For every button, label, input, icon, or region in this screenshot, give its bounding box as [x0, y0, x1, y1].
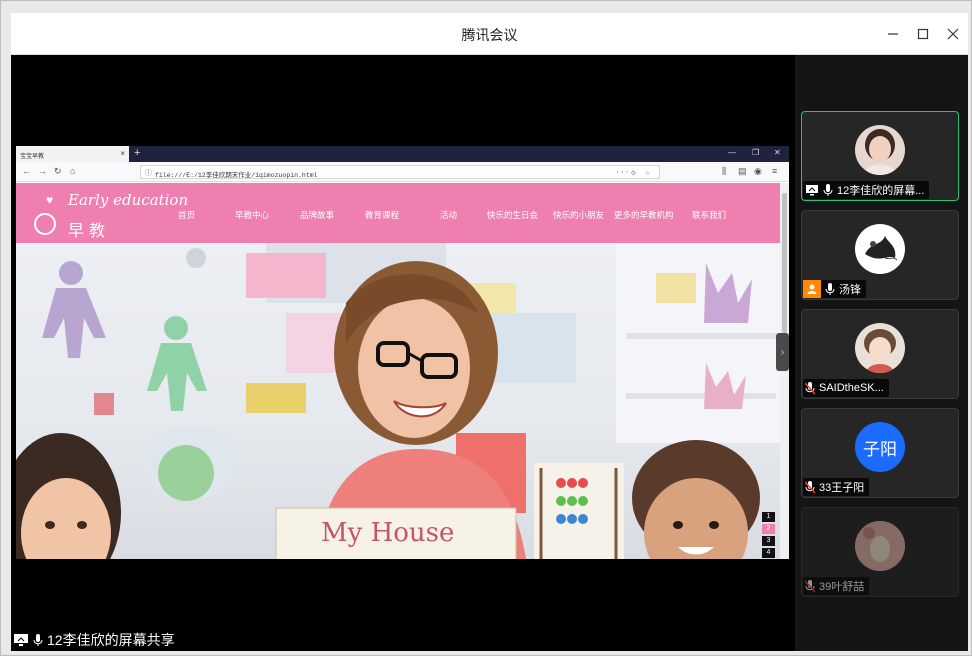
- participant-tile[interactable]: 子阳 33王子阳: [801, 408, 959, 498]
- avatar-initials: 子阳: [855, 422, 905, 472]
- smiley-logo-icon: [34, 213, 56, 235]
- share-source-text: 12李佳欣的屏幕共享: [47, 632, 175, 648]
- minimize-button[interactable]: [881, 23, 905, 45]
- bookmark-star-icon[interactable]: ☆: [645, 168, 650, 178]
- menu-item-more[interactable]: 更多的早教机构: [614, 209, 674, 221]
- avatar-anime: [864, 329, 896, 373]
- chevron-right-icon: ›: [780, 346, 785, 358]
- new-tab-icon[interactable]: +: [134, 147, 140, 159]
- browser-close-icon[interactable]: ✕: [774, 148, 781, 157]
- sidebar-icon[interactable]: ▤: [738, 166, 747, 177]
- avatar-cartoon: [855, 521, 905, 571]
- minimize-icon: [888, 33, 898, 35]
- participant-nameplate: 汤锋: [803, 280, 866, 298]
- browser-tab-bar: 宝宝早教 × + — ❐ ✕: [16, 146, 789, 162]
- toggle-sidebar-button[interactable]: ›: [776, 333, 789, 371]
- page-info-icon: ⓘ: [145, 170, 152, 178]
- participant-nameplate: 33王子阳: [803, 478, 870, 496]
- browser-toolbar: ← → ↻ ⌂ ⓘ file:///E:/12李佳欣期末作业/1qimozuop…: [16, 162, 789, 182]
- heart-icon: ♥: [46, 193, 54, 207]
- avatar: [855, 521, 905, 571]
- participant-nameplate: SAIDtheSK...: [803, 379, 889, 397]
- forward-icon[interactable]: →: [38, 166, 47, 176]
- microphone-muted-icon: [805, 579, 815, 593]
- participant-name: 33王子阳: [819, 482, 865, 494]
- participant-tile[interactable]: 39叶舒喆: [801, 507, 959, 597]
- avatar: [855, 323, 905, 373]
- participant-tile[interactable]: 汤锋: [801, 210, 959, 300]
- menu-item-courses[interactable]: 教育课程: [365, 209, 399, 221]
- microphone-icon: [825, 282, 835, 296]
- menu-item-home[interactable]: 首页: [178, 209, 195, 221]
- menu-item-kids[interactable]: 快乐的小朋友: [553, 209, 604, 221]
- address-bar[interactable]: ⓘ file:///E:/12李佳欣期末作业/1qimozuopin.html …: [140, 165, 660, 179]
- hero-card-text: My House: [321, 518, 454, 548]
- home-icon[interactable]: ⌂: [70, 166, 75, 176]
- menu-item-birthday[interactable]: 快乐的生日会: [487, 209, 538, 221]
- microphone-muted-icon: [805, 381, 815, 395]
- browser-tab-title: 宝宝早教: [20, 154, 45, 160]
- hero-photo: My House: [16, 243, 780, 559]
- menu-item-events[interactable]: 活动: [440, 209, 457, 221]
- title-bar: 腾讯会议: [11, 13, 968, 55]
- reload-icon[interactable]: ↻: [54, 166, 62, 177]
- avatar-photo: [863, 129, 897, 175]
- library-icon[interactable]: ⫼: [722, 166, 726, 177]
- screen-share-icon: [14, 634, 28, 646]
- shared-screen: 宝宝早教 × + — ❐ ✕ ← → ↻ ⌂ ⓘ file:///E:/12李佳…: [16, 146, 789, 559]
- scroll-thumb[interactable]: [782, 193, 787, 333]
- page-actions-icon[interactable]: ···: [615, 168, 629, 177]
- microphone-icon: [823, 183, 833, 197]
- host-icon: [803, 280, 821, 298]
- participant-name: 12李佳欣的屏幕...: [837, 185, 925, 197]
- microphone-muted-icon: [805, 480, 815, 494]
- address-text: file:///E:/12李佳欣期末作业/1qimozuopin.html: [155, 172, 318, 179]
- avatar: [855, 125, 905, 175]
- tab-close-icon[interactable]: ×: [120, 149, 125, 158]
- close-icon: [947, 28, 959, 40]
- hero-banner: My House: [16, 243, 780, 559]
- share-source-label: 12李佳欣的屏幕共享: [13, 631, 175, 649]
- browser-minimize-icon[interactable]: —: [728, 148, 736, 157]
- slider-page-4[interactable]: 4: [762, 548, 775, 558]
- slider-page-1[interactable]: 1: [762, 512, 775, 522]
- browser-tab[interactable]: 宝宝早教 ×: [16, 146, 129, 162]
- screen-share-icon: [806, 185, 818, 196]
- participant-name: 汤锋: [839, 284, 861, 296]
- participant-name: 39叶舒喆: [819, 581, 865, 593]
- avatar-ink-painting: [865, 236, 898, 261]
- window-title: 腾讯会议: [461, 27, 518, 43]
- browser-restore-icon[interactable]: ❐: [752, 148, 759, 157]
- meeting-window: 腾讯会议 宝宝早教 × + — ❐ ✕ ← → ↻ ⌂ ⓘ file:///E:…: [0, 0, 972, 656]
- avatar: [855, 224, 905, 274]
- participant-nameplate: 12李佳欣的屏幕...: [803, 181, 930, 199]
- site-header: ♥ Early education 早教 首页 早教中心 品牌故事 教育课程 活…: [16, 183, 780, 243]
- menu-item-center[interactable]: 早教中心: [235, 209, 269, 221]
- menu-item-contact[interactable]: 联系我们: [692, 209, 726, 221]
- maximize-icon: [917, 28, 929, 40]
- close-button[interactable]: [941, 23, 965, 45]
- slider-page-2[interactable]: 2: [762, 524, 775, 534]
- pocket-icon[interactable]: ◇: [631, 168, 636, 178]
- account-icon[interactable]: ◉: [754, 166, 762, 177]
- participant-tile[interactable]: SAIDtheSK...: [801, 309, 959, 399]
- participant-name: SAIDtheSK...: [819, 382, 884, 394]
- back-icon[interactable]: ←: [22, 166, 31, 176]
- maximize-button[interactable]: [911, 23, 935, 45]
- logo-english: Early education: [68, 191, 189, 209]
- slider-page-3[interactable]: 3: [762, 536, 775, 546]
- microphone-icon: [33, 634, 43, 646]
- menu-item-story[interactable]: 品牌故事: [300, 209, 334, 221]
- menu-icon[interactable]: ≡: [772, 166, 777, 176]
- participant-nameplate: 39叶舒喆: [803, 577, 870, 595]
- logo-chinese: 早教: [68, 223, 111, 240]
- participant-tile[interactable]: 12李佳欣的屏幕...: [801, 111, 959, 201]
